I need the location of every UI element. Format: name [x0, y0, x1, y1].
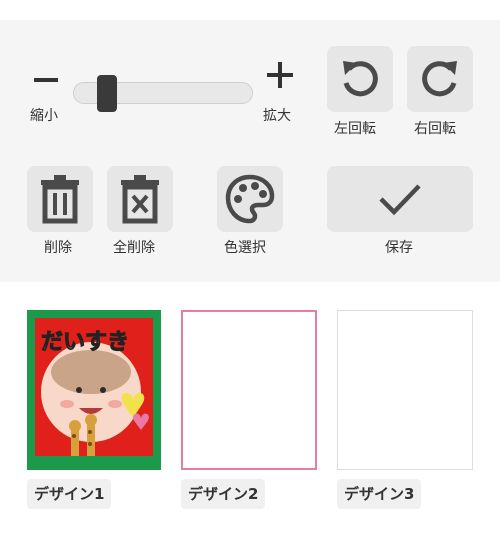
- rotate-left-label: 左回転: [334, 121, 376, 137]
- color-select-button[interactable]: [217, 166, 283, 232]
- zoom-in-label: 拡大: [263, 108, 291, 124]
- rotate-right-label: 右回転: [414, 121, 456, 137]
- rotate-left-icon: [343, 61, 378, 97]
- design-1-caption: だいすき: [40, 330, 130, 356]
- check-icon: [379, 184, 421, 216]
- zoom-out-button[interactable]: [32, 66, 60, 94]
- design-label-3[interactable]: デザイン3: [337, 479, 422, 509]
- rotate-left-button[interactable]: [327, 46, 393, 112]
- delete-all-label: 全削除: [113, 240, 155, 256]
- rotate-right-button[interactable]: [407, 46, 473, 112]
- design-label-1[interactable]: デザイン1: [27, 479, 112, 509]
- delete-label: 削除: [44, 240, 72, 256]
- zoom-in-button[interactable]: [265, 60, 295, 90]
- plus-icon: [267, 62, 293, 88]
- save-button[interactable]: [327, 166, 473, 232]
- design-thumbnail-1[interactable]: だいすき: [27, 310, 161, 470]
- zoom-slider-thumb[interactable]: [97, 75, 117, 112]
- design-thumbnail-2[interactable]: [181, 310, 317, 470]
- palette-icon: [225, 174, 275, 224]
- rotate-right-icon: [422, 61, 457, 97]
- delete-all-button[interactable]: [107, 166, 173, 232]
- trash-icon: [41, 175, 79, 224]
- color-select-label: 色選択: [224, 240, 266, 256]
- trash-x-icon: [121, 175, 159, 224]
- design-thumbnail-3[interactable]: [337, 310, 473, 470]
- zoom-out-label: 縮小: [30, 108, 58, 124]
- delete-button[interactable]: [27, 166, 93, 232]
- design-label-2[interactable]: デザイン2: [181, 479, 266, 509]
- save-label: 保存: [385, 240, 413, 256]
- minus-icon: [34, 78, 58, 82]
